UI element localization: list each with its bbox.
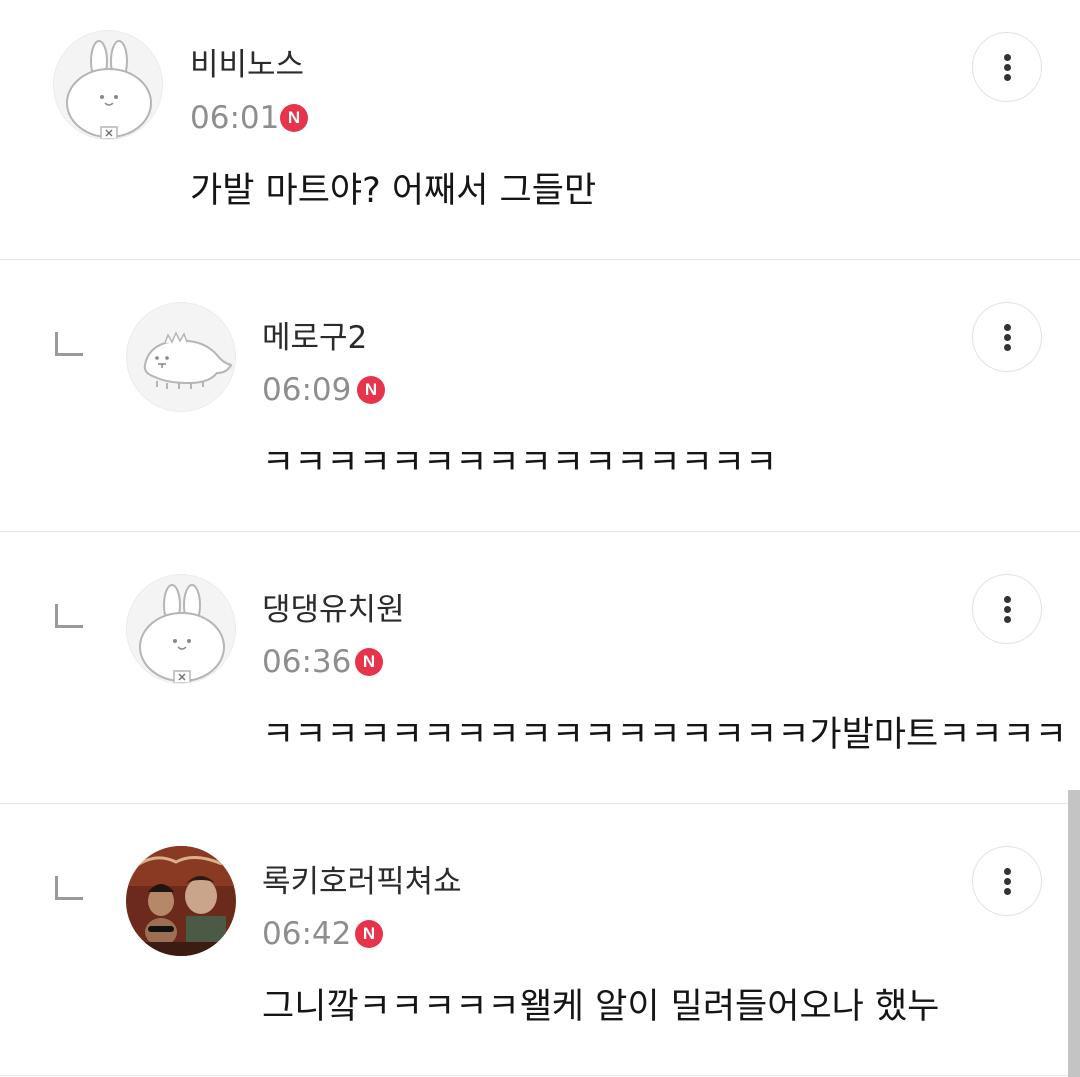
divider xyxy=(0,1075,1080,1076)
comment-time: 06:09 xyxy=(262,372,352,408)
reply-item: 메로구2 06:09 N ㅋㅋㅋㅋㅋㅋㅋㅋㅋㅋㅋㅋㅋㅋㅋㅋ xyxy=(0,260,1080,531)
comment-text: ㅋㅋㅋㅋㅋㅋㅋㅋㅋㅋㅋㅋㅋㅋㅋㅋ xyxy=(262,443,778,483)
more-options-button[interactable] xyxy=(972,302,1042,372)
comment-item: 비비노스 06:01 N 가발 마트야? 어째서 그들만 xyxy=(0,0,1080,259)
reply-corner-icon xyxy=(55,604,83,628)
photo-avatar[interactable] xyxy=(126,846,236,956)
comment-time: 06:01 xyxy=(190,100,280,136)
comment-nickname[interactable]: 댕댕유치원 xyxy=(262,590,405,630)
new-badge: N xyxy=(280,104,308,132)
new-badge: N xyxy=(357,376,385,404)
rabbit-avatar[interactable] xyxy=(126,574,236,684)
comment-text: 그니깤ㅋㅋㅋㅋㅋ왤케 알이 밀려들어오나 했누 xyxy=(262,987,940,1027)
new-badge: N xyxy=(355,648,383,676)
comment-time: 06:42 xyxy=(262,916,352,952)
more-options-button[interactable] xyxy=(972,846,1042,916)
reply-item: 록키호러픽쳐쇼 06:42 N 그니깤ㅋㅋㅋㅋㅋ왤케 알이 밀려들어오나 했누 xyxy=(0,804,1080,1075)
reply-corner-icon xyxy=(55,876,83,900)
more-options-button[interactable] xyxy=(972,574,1042,644)
reply-item: 댕댕유치원 06:36 N ㅋㅋㅋㅋㅋㅋㅋㅋㅋㅋㅋㅋㅋㅋㅋㅋㅋ가발마트ㅋㅋㅋㅋ xyxy=(0,532,1080,803)
reply-corner-icon xyxy=(55,332,83,356)
comment-nickname[interactable]: 메로구2 xyxy=(262,318,367,358)
rabbit-avatar[interactable] xyxy=(53,30,163,140)
comment-nickname[interactable]: 비비노스 xyxy=(190,45,304,85)
comment-time: 06:36 xyxy=(262,644,352,680)
more-options-button[interactable] xyxy=(972,32,1042,102)
comment-text: ㅋㅋㅋㅋㅋㅋㅋㅋㅋㅋㅋㅋㅋㅋㅋㅋㅋ가발마트ㅋㅋㅋㅋ xyxy=(262,715,1068,755)
new-badge: N xyxy=(355,920,383,948)
comment-nickname[interactable]: 록키호러픽쳐쇼 xyxy=(262,862,462,902)
comment-text: 가발 마트야? 어째서 그들만 xyxy=(190,171,597,211)
scrollbar[interactable] xyxy=(1068,790,1080,1077)
dinosaur-avatar[interactable] xyxy=(126,302,236,412)
